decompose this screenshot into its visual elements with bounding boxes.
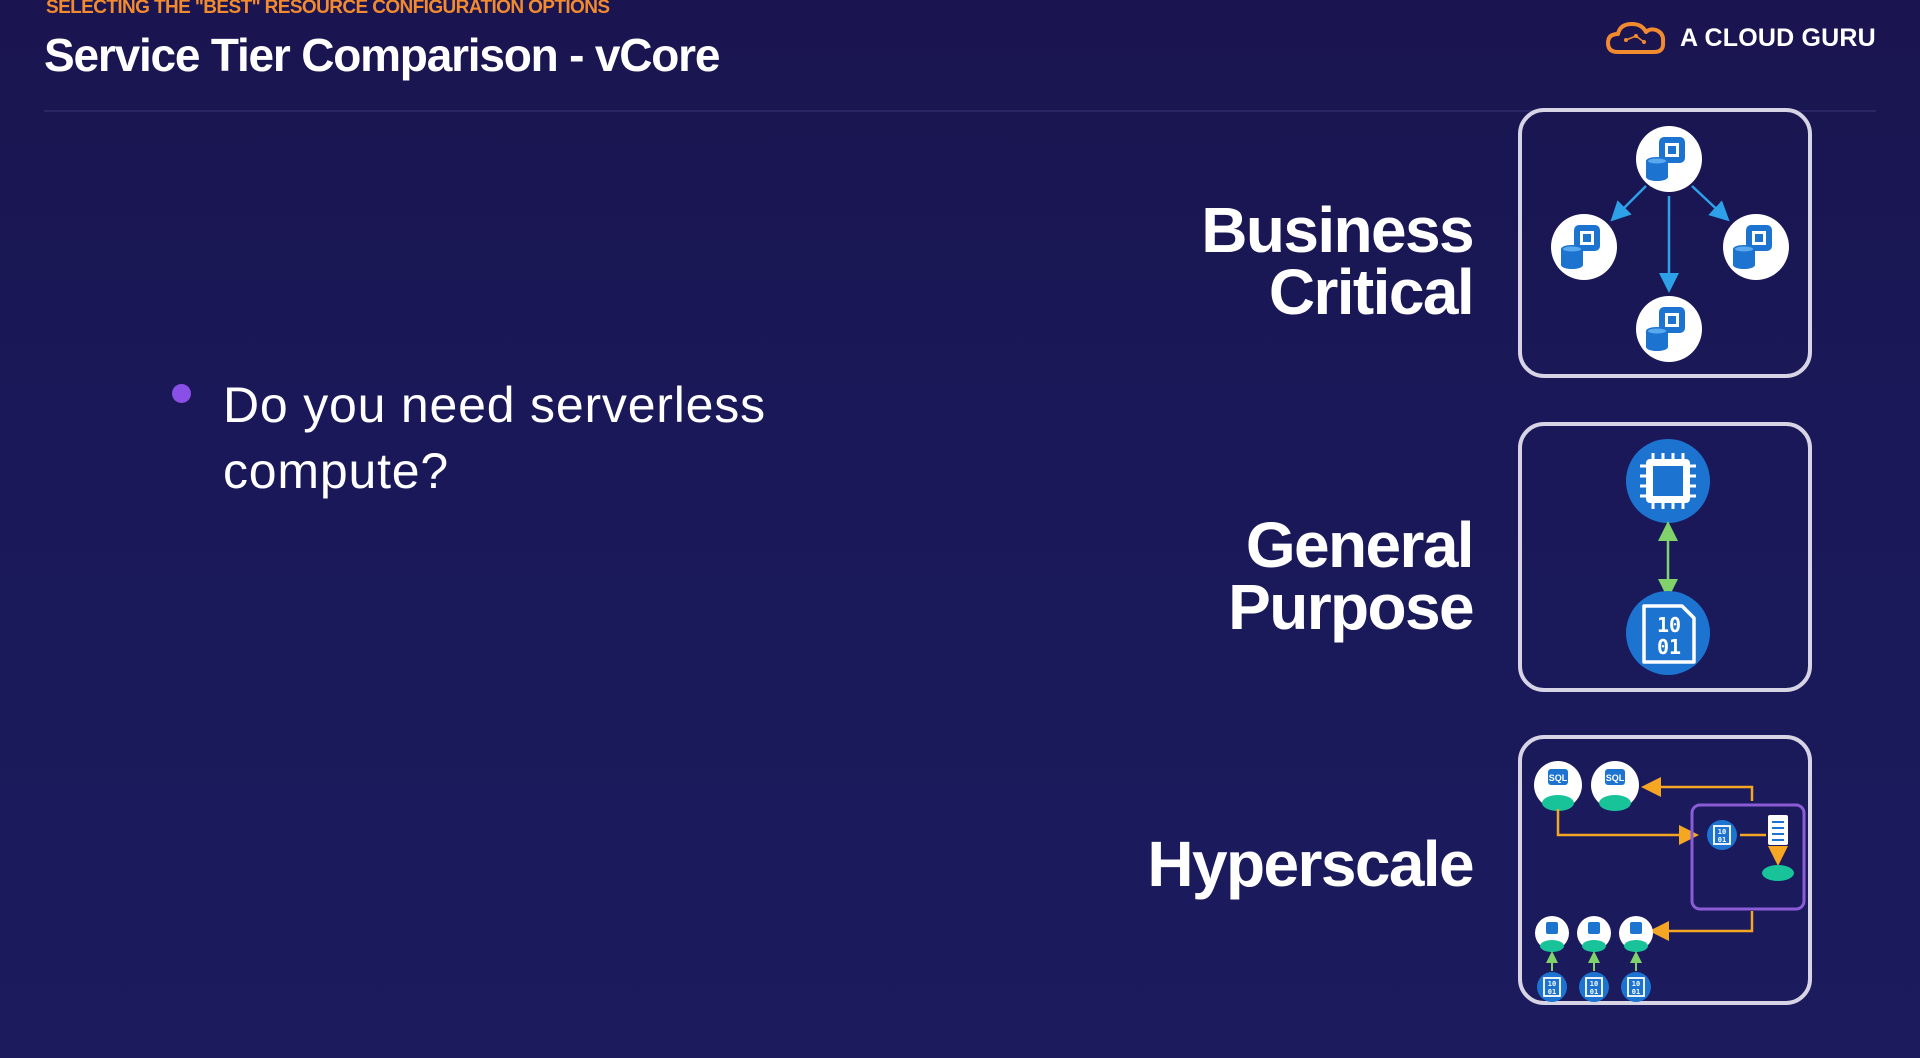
sql-label: SQL (1606, 773, 1625, 783)
list-item: Do you need serverless compute? (172, 372, 863, 504)
binary-label: 10 (1590, 980, 1598, 988)
tier-label-line: Purpose (1228, 571, 1474, 643)
bullet-icon (172, 384, 191, 403)
tier-label-general-purpose: General Purpose (1228, 509, 1475, 643)
tier-label-line: General (1245, 509, 1475, 581)
tier-label-line: Critical (1268, 256, 1475, 328)
binary-label: 01 (1590, 988, 1598, 996)
tier-label-line: Business (1201, 194, 1474, 266)
tier-label-hyperscale: Hyperscale (1147, 828, 1474, 900)
section-eyebrow: SELECTING THE "BEST" RESOURCE CONFIGURAT… (46, 0, 610, 18)
tier-label-line: Hyperscale (1147, 828, 1474, 900)
brand-logo: A CLOUD GURU (1604, 18, 1876, 58)
brand-name: A CLOUD GURU (1680, 23, 1876, 52)
tier-label-business-critical: Business Critical (1201, 194, 1475, 328)
binary-label: 10 (1718, 828, 1726, 836)
hyperscale-architecture-icon: SQL SQL 10 01 10 01 10 01 10 01 (1534, 761, 1806, 1003)
bullet-text: Do you need serverless compute? (223, 377, 766, 499)
binary-label: 10 (1632, 980, 1640, 988)
binary-label: 01 (1718, 836, 1726, 844)
hyperscale-diagram: SQL SQL 10 01 10 01 10 01 10 01 (1518, 735, 1812, 1005)
binary-label: 01 (1657, 635, 1681, 659)
binary-label: 10 (1548, 980, 1556, 988)
binary-label: 01 (1632, 988, 1640, 996)
compute-storage-icon: 10 01 (1626, 439, 1710, 675)
binary-label: 01 (1548, 988, 1556, 996)
general-purpose-diagram: 10 01 (1518, 422, 1812, 692)
bullet-list: Do you need serverless compute? (172, 372, 863, 504)
slide-title: Service Tier Comparison - vCore (44, 29, 720, 81)
cloud-icon (1606, 22, 1666, 54)
sql-label: SQL (1549, 773, 1568, 783)
binary-label: 10 (1657, 613, 1681, 637)
replicated-database-icon (1551, 126, 1789, 362)
business-critical-diagram (1518, 108, 1812, 378)
